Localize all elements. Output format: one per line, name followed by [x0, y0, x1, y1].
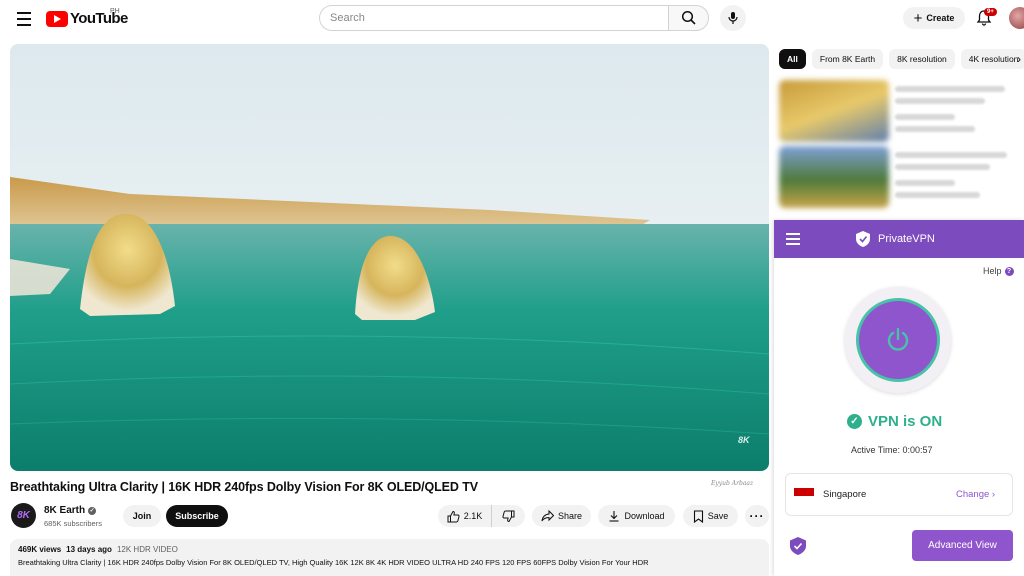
blurred-meta [895, 180, 955, 186]
save-label: Save [707, 511, 729, 521]
video-player[interactable] [10, 44, 769, 471]
join-button[interactable]: Join [123, 505, 161, 527]
check-icon: ✓ [847, 414, 862, 429]
description-tag[interactable]: 12K HDR VIDEO [117, 545, 178, 554]
vpn-shield-icon[interactable] [787, 535, 809, 557]
blurred-meta [895, 114, 955, 120]
vpn-location-selector[interactable]: Singapore Change › [785, 473, 1013, 516]
plus-icon: + [913, 9, 923, 27]
singapore-flag-icon [794, 488, 814, 496]
vpn-logo: PrivateVPN [854, 230, 935, 248]
signature-text: Eyyub Arbaaz [711, 480, 754, 487]
chip-from-channel[interactable]: From 8K Earth [811, 49, 884, 69]
vpn-menu-icon[interactable] [786, 233, 800, 245]
description-stats: 469K views 13 days ago 12K HDR VIDEO [18, 545, 761, 554]
video-title: Breathtaking Ultra Clarity | 16K HDR 240… [10, 480, 478, 494]
change-location-label: Change [956, 489, 990, 500]
list-item[interactable] [779, 80, 1019, 144]
vpn-status: ✓ VPN is ON [847, 413, 942, 430]
vpn-power-ring [845, 287, 951, 393]
create-button[interactable]: + Create [903, 7, 965, 29]
menu-icon[interactable] [14, 9, 34, 29]
upload-age: 13 days ago [66, 545, 112, 554]
channel-name[interactable]: 8K Earth ✓ [44, 505, 97, 516]
blurred-title [895, 152, 1007, 158]
chevron-right-icon[interactable]: › [1017, 52, 1021, 66]
active-time-value: 0:00:57 [902, 445, 933, 455]
download-label: Download [624, 511, 665, 521]
verified-icon: ✓ [88, 506, 97, 515]
microphone-icon [728, 12, 738, 24]
like-button[interactable]: 2.1K [438, 505, 491, 527]
subscriber-count: 685K subscribers [44, 519, 102, 528]
filter-chips: All From 8K Earth 8K resolution 4K resol… [779, 49, 1024, 69]
vpn-brand-name: PrivateVPN [878, 233, 935, 245]
channel-avatar[interactable]: 8K [11, 503, 36, 528]
bookmark-icon [693, 509, 703, 523]
advanced-view-button[interactable]: Advanced View [912, 530, 1013, 561]
recommendation-list [779, 80, 1019, 212]
vpn-header: PrivateVPN [774, 220, 1024, 258]
create-label: Create [926, 13, 955, 23]
blurred-title [895, 164, 990, 170]
dislike-button[interactable] [491, 505, 525, 527]
help-icon: ? [1004, 266, 1014, 276]
download-button[interactable]: Download [598, 505, 675, 527]
share-button[interactable]: Share [532, 505, 591, 527]
blurred-meta [895, 126, 975, 132]
list-item[interactable] [779, 146, 1019, 210]
top-bar: YouTube PH Search + Create 9+ [0, 0, 1024, 38]
vpn-status-text: VPN is ON [868, 413, 943, 430]
description-box[interactable]: 469K views 13 days ago 12K HDR VIDEO Bre… [10, 539, 769, 576]
active-time-label: Active Time: [851, 445, 901, 455]
description-text: Breathtaking Ultra Clarity | 16K HDR 240… [18, 558, 649, 567]
blurred-title [895, 86, 1005, 92]
user-avatar[interactable] [1009, 7, 1024, 29]
share-label: Share [557, 511, 583, 521]
chip-8k-resolution[interactable]: 8K resolution [889, 49, 955, 69]
channel-name-text: 8K Earth [44, 505, 86, 516]
video-frame [10, 44, 769, 471]
blurred-meta [895, 192, 980, 198]
voice-search-button[interactable] [720, 5, 746, 31]
vpn-power-button[interactable] [856, 298, 940, 382]
search-button[interactable] [668, 5, 709, 31]
search-placeholder: Search [330, 12, 365, 24]
chip-4k-resolution[interactable]: 4K resolution [960, 49, 1024, 69]
search-icon [681, 10, 696, 25]
share-icon [541, 510, 554, 522]
vpn-active-time: Active Time: 0:00:57 [851, 445, 933, 455]
play-logo-icon [46, 10, 68, 27]
shield-icon [856, 231, 870, 247]
view-count: 469K views [18, 545, 62, 554]
video-thumbnail [779, 80, 889, 142]
thumbs-up-icon [447, 510, 460, 522]
save-button[interactable]: Save [683, 505, 738, 527]
power-icon [887, 327, 909, 351]
chip-all[interactable]: All [779, 49, 806, 69]
download-icon [609, 511, 619, 522]
search-input[interactable]: Search [319, 5, 668, 31]
more-actions-icon[interactable]: ··· [745, 505, 769, 527]
video-thumbnail [779, 146, 889, 208]
location-name: Singapore [823, 489, 867, 500]
vpn-help-label: Help [983, 266, 1002, 276]
subscribe-button[interactable]: Subscribe [166, 505, 228, 527]
change-location-link[interactable]: Change › [956, 489, 995, 500]
thumbs-down-icon [502, 510, 515, 522]
country-code: PH [110, 8, 120, 15]
like-count: 2.1K [463, 511, 483, 521]
notification-badge: 9+ [984, 8, 997, 16]
channel-watermark: 8K [738, 435, 750, 445]
blurred-title [895, 98, 985, 104]
vpn-extension-panel: PrivateVPN Help ? ✓ VPN is ON Active Tim… [774, 220, 1024, 576]
vpn-help-link[interactable]: Help ? [983, 266, 1014, 276]
